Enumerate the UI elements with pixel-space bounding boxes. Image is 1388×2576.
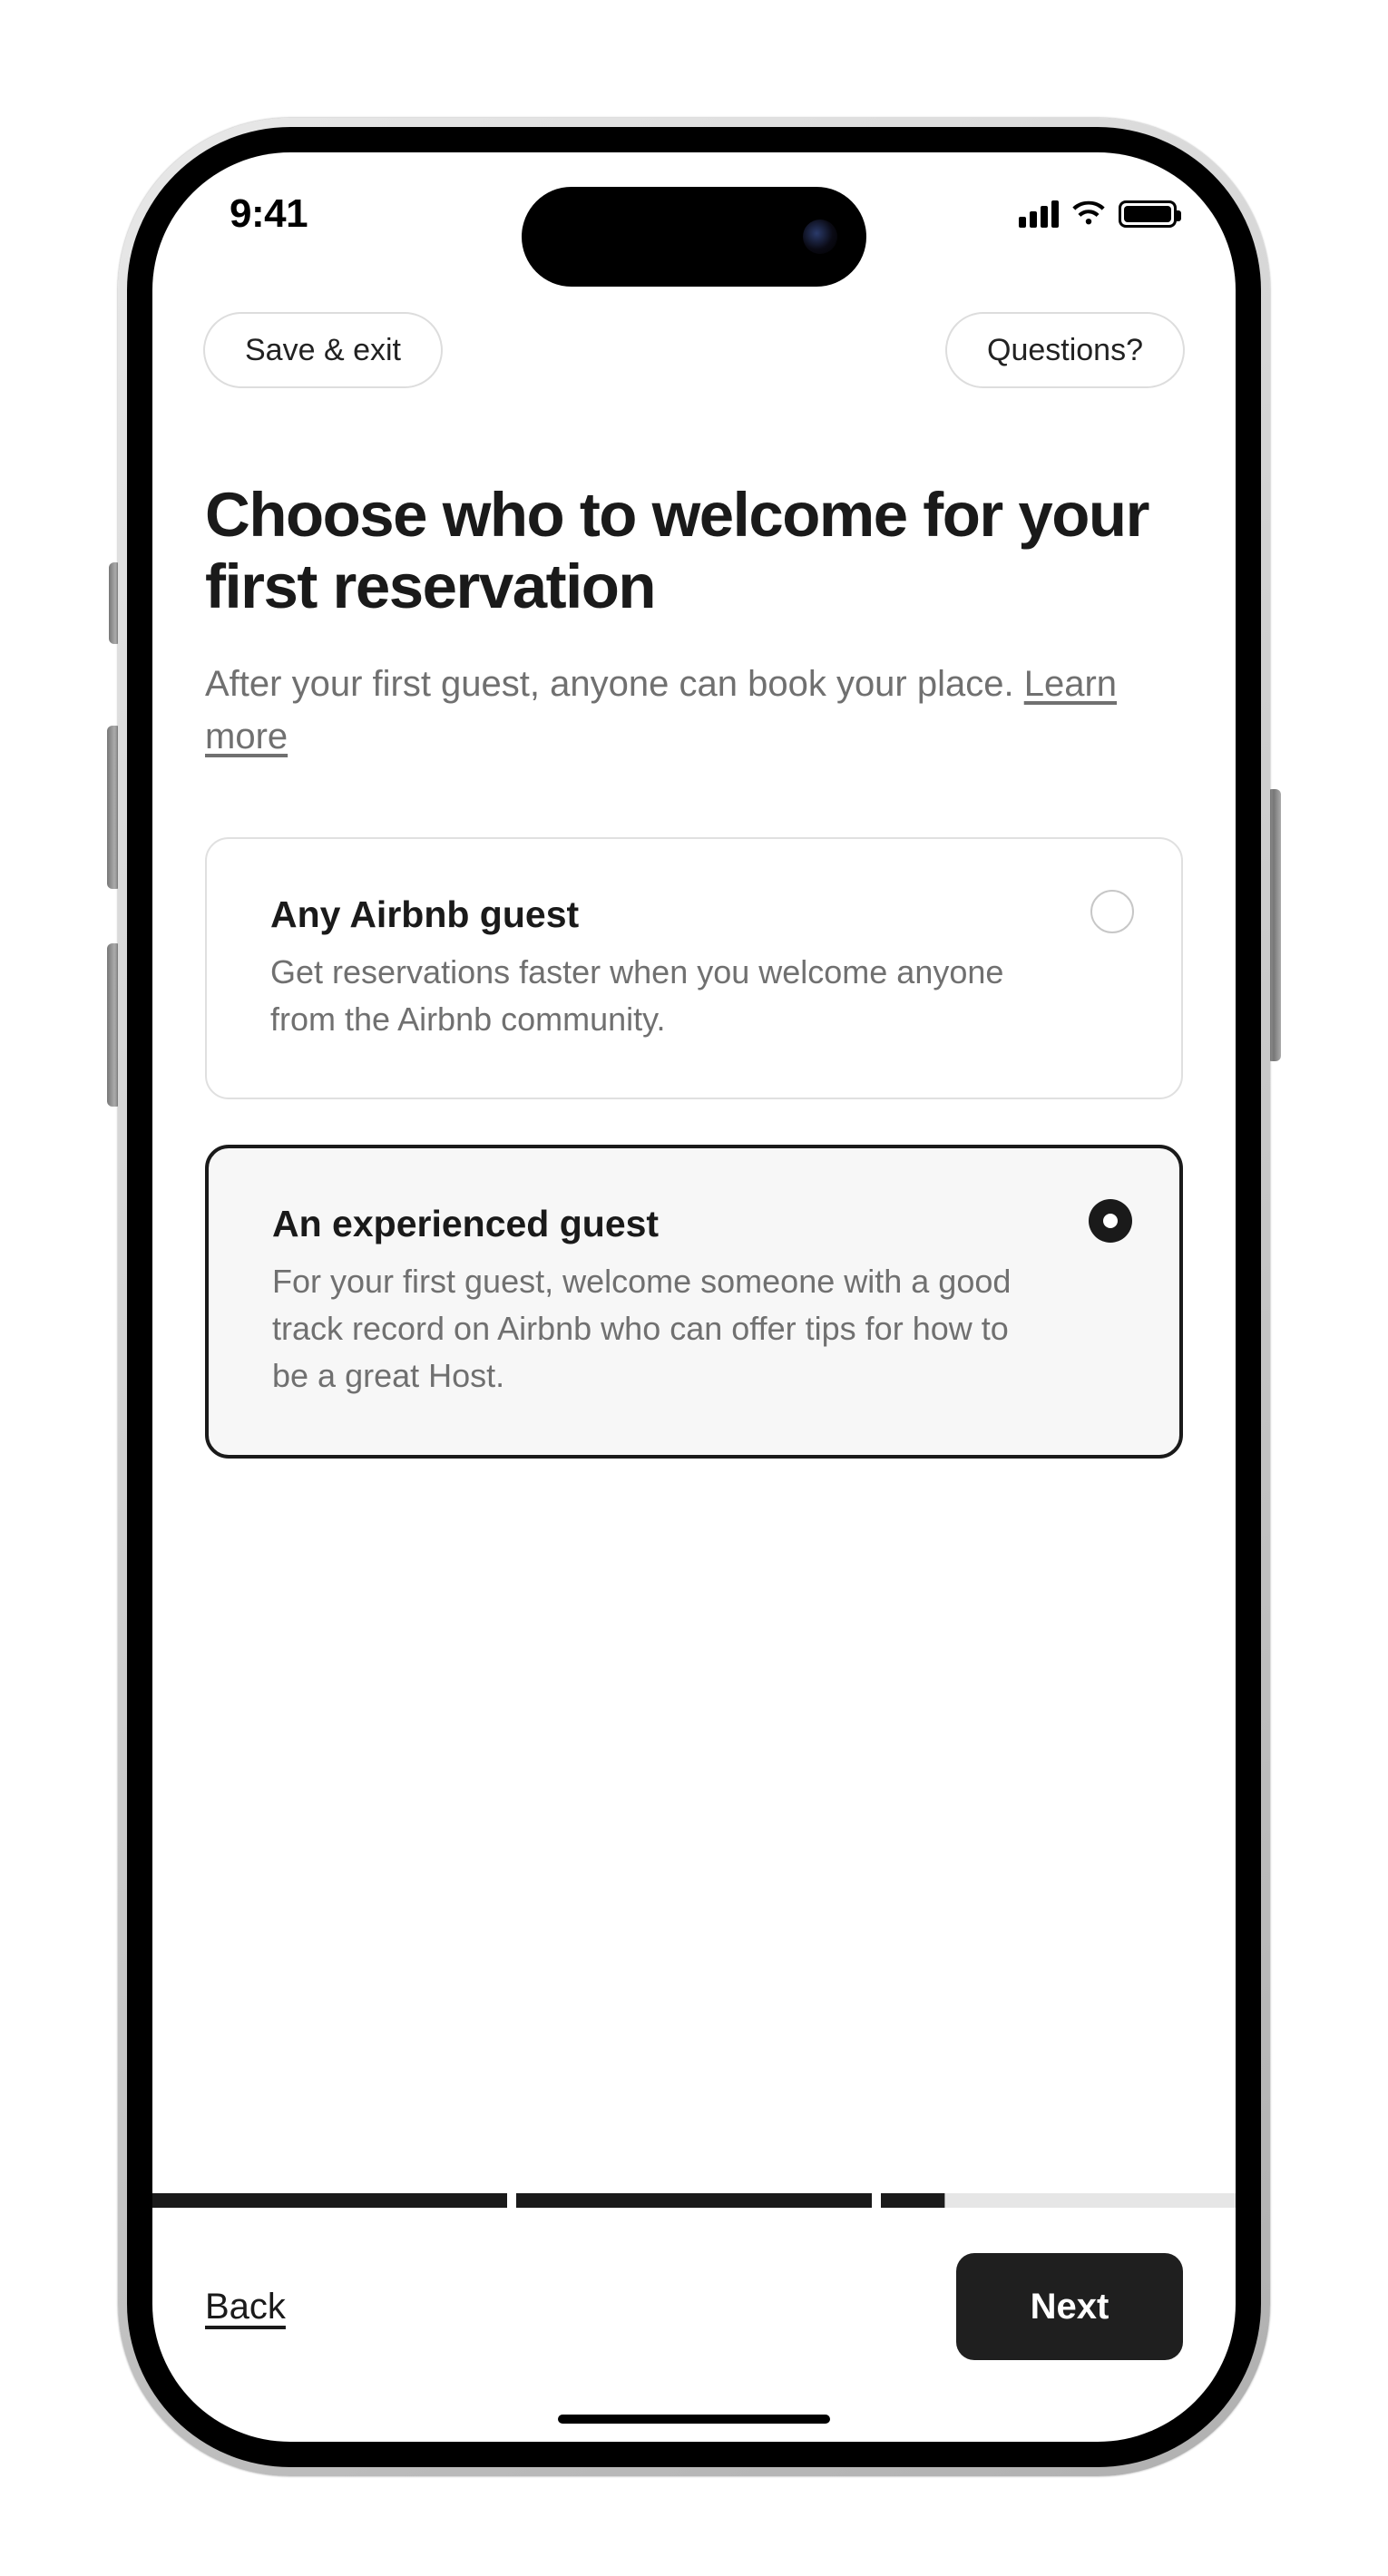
- status-time: 9:41: [230, 191, 308, 237]
- option-desc: Get reservations faster when you welcome…: [270, 949, 1054, 1043]
- progress-fill: [516, 2193, 871, 2208]
- progress-segment: [881, 2193, 1236, 2208]
- option-desc: For your first guest, welcome someone wi…: [272, 1258, 1052, 1400]
- status-indicators: [1019, 200, 1177, 228]
- progress-segment: [152, 2193, 507, 2208]
- option-title: An experienced guest: [272, 1203, 1052, 1245]
- status-bar: 9:41: [152, 152, 1236, 270]
- footer-nav: Back Next: [152, 2208, 1236, 2442]
- radio-icon: [1090, 890, 1134, 933]
- page-header: Choose who to welcome for your first res…: [152, 388, 1236, 763]
- option-any-guest[interactable]: Any Airbnb guest Get reservations faster…: [205, 837, 1183, 1099]
- page-title: Choose who to welcome for your first res…: [205, 479, 1183, 623]
- phone-screen: 9:41 Save & exit Qu: [152, 152, 1236, 2442]
- radio-icon: [1089, 1199, 1132, 1243]
- page-subtitle: After your first guest, anyone can book …: [205, 658, 1183, 763]
- subtitle-text: After your first guest, anyone can book …: [205, 664, 1024, 704]
- progress-fill: [152, 2193, 507, 2208]
- back-button[interactable]: Back: [205, 2287, 286, 2327]
- app-content: Save & exit Questions? Choose who to wel…: [152, 270, 1236, 2442]
- phone-frame: 9:41 Save & exit Qu: [118, 118, 1270, 2476]
- next-button[interactable]: Next: [956, 2253, 1183, 2360]
- cellular-icon: [1019, 200, 1059, 228]
- save-exit-button[interactable]: Save & exit: [203, 312, 443, 388]
- home-indicator: [558, 2415, 830, 2424]
- progress-segment: [516, 2193, 871, 2208]
- top-action-bar: Save & exit Questions?: [152, 270, 1236, 388]
- progress-bar: [152, 2193, 1236, 2208]
- guest-options: Any Airbnb guest Get reservations faster…: [152, 763, 1236, 2193]
- viewport: 9:41 Save & exit Qu: [0, 0, 1388, 2576]
- questions-button[interactable]: Questions?: [945, 312, 1185, 388]
- progress-fill: [881, 2193, 944, 2208]
- option-experienced-guest[interactable]: An experienced guest For your first gues…: [205, 1145, 1183, 1459]
- wifi-icon: [1071, 200, 1106, 228]
- option-title: Any Airbnb guest: [270, 893, 1054, 936]
- phone-bezel: 9:41 Save & exit Qu: [127, 127, 1261, 2467]
- battery-icon: [1119, 200, 1177, 228]
